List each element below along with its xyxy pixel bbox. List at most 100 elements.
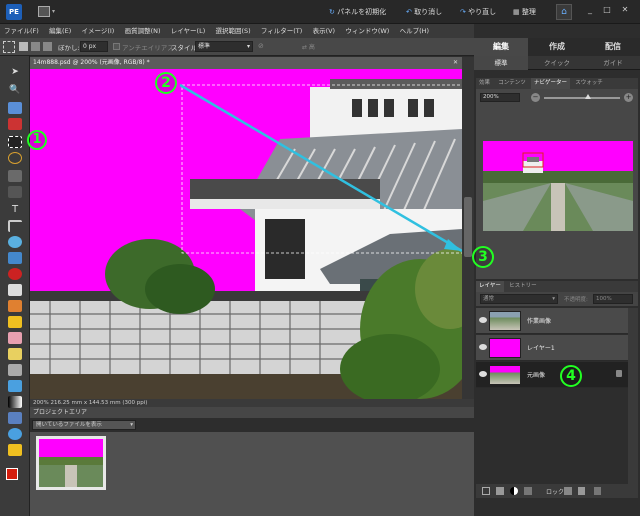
adjustment-layer-icon[interactable] <box>510 487 518 495</box>
menu-file[interactable]: ファイル(F) <box>0 24 43 38</box>
cookie-cutter-tool-icon[interactable] <box>8 236 22 248</box>
tab-edit[interactable]: 編集 <box>474 38 528 56</box>
maximize-button[interactable]: □ <box>601 5 613 17</box>
menu-layer[interactable]: レイヤー(L) <box>167 24 210 38</box>
status-text: 200% 216.25 mm x 144.53 mm (300 ppi) <box>33 400 148 406</box>
tab-quick[interactable]: クイック <box>530 56 584 70</box>
project-thumbnail[interactable] <box>36 436 106 490</box>
magic-wand-tool-icon[interactable] <box>8 170 22 182</box>
move-tool-icon[interactable]: ➤ <box>8 66 22 78</box>
antialias-checkbox[interactable] <box>113 43 120 50</box>
trash-icon[interactable] <box>594 487 601 495</box>
project-filter-select[interactable]: 開いているファイルを表示 ▾ <box>32 420 136 430</box>
paint-bucket-tool-icon[interactable] <box>8 380 22 392</box>
eye-icon[interactable] <box>479 317 487 323</box>
subtract-selection-icon[interactable] <box>43 42 52 51</box>
tab-swatches[interactable]: スウォッチ <box>572 78 606 89</box>
quick-selection-tool-icon[interactable] <box>8 186 22 198</box>
lock-icon <box>616 370 622 377</box>
tab-navigator[interactable]: ナビゲーター <box>531 78 571 89</box>
minimize-button[interactable]: _ <box>584 5 596 17</box>
tab-share[interactable]: 配信 <box>586 38 640 56</box>
add-selection-icon[interactable] <box>31 42 40 51</box>
home-button[interactable]: ⌂ <box>556 4 572 20</box>
eye-icon[interactable] <box>479 371 487 377</box>
navigator-thumbnail[interactable] <box>483 141 633 231</box>
zoom-slider-thumb[interactable] <box>585 94 591 99</box>
tab-layers[interactable]: レイヤー <box>476 281 504 292</box>
type-tool-icon[interactable]: T <box>8 204 22 216</box>
style-select[interactable]: 標準 ▾ <box>195 41 253 52</box>
zoom-in-icon[interactable]: + <box>624 93 633 102</box>
menu-image[interactable]: イメージ(I) <box>77 24 118 38</box>
pencil-tool-icon[interactable] <box>8 316 22 328</box>
menu-edit[interactable]: 編集(E) <box>45 24 75 38</box>
menu-enhance[interactable]: 画質調整(N) <box>121 24 165 38</box>
eraser-tool-icon[interactable] <box>8 332 22 344</box>
rectangular-marquee-tool-icon[interactable] <box>8 136 22 148</box>
zoom-out-icon[interactable]: − <box>531 93 540 102</box>
undo-button[interactable]: ↶ 取り消し <box>406 5 442 19</box>
red-eye-tool-icon[interactable] <box>8 268 22 280</box>
layer-mask-icon[interactable] <box>524 487 532 495</box>
foreground-color-swatch[interactable] <box>6 468 18 480</box>
lock-all-icon[interactable] <box>578 487 585 495</box>
tab-content[interactable]: コンテンツ <box>495 78 529 89</box>
straighten-tool-icon[interactable] <box>8 252 22 264</box>
blur-tool-icon[interactable] <box>8 428 22 440</box>
blend-mode-select[interactable]: 通常 ▾ <box>480 294 558 304</box>
tab-full[interactable]: 標準 <box>474 56 528 70</box>
layer-row[interactable]: レイヤー1 <box>476 335 628 361</box>
tab-guided[interactable]: ガイド <box>586 56 640 70</box>
menu-filter[interactable]: フィルター(T) <box>257 24 306 38</box>
redo-button[interactable]: ↷ やり直し <box>460 5 496 19</box>
close-button[interactable]: ✕ <box>619 5 631 17</box>
zoom-slider[interactable] <box>544 97 620 99</box>
eye-icon[interactable] <box>479 344 487 350</box>
gradient-tool-icon[interactable] <box>8 396 22 408</box>
tab-create[interactable]: 作成 <box>530 38 584 56</box>
zoom-tool-icon[interactable]: 🔍 <box>8 84 22 96</box>
tab-effects[interactable]: 効果 <box>476 78 493 89</box>
shape-tool-icon[interactable] <box>8 412 22 424</box>
crop-tool-icon[interactable] <box>8 220 22 232</box>
opacity-input[interactable]: 100% <box>593 294 633 304</box>
refine-edge-icon[interactable]: ⊘ <box>258 42 264 50</box>
menu-view[interactable]: 表示(V) <box>309 24 340 38</box>
organize-button[interactable]: ▦ 整理 <box>513 5 536 19</box>
scroll-thumb[interactable] <box>464 197 472 257</box>
eyedropper-tool-icon[interactable] <box>8 118 22 130</box>
sponge-tool-icon[interactable] <box>8 444 22 456</box>
new-selection-icon[interactable] <box>19 42 28 51</box>
feather-input[interactable]: 0 px <box>80 41 108 52</box>
lock-label: ロック <box>546 489 565 496</box>
zoom-input[interactable]: 200% <box>480 93 520 102</box>
layer-row[interactable]: 作業画像 <box>476 308 628 334</box>
workspace-dropdown-arrow[interactable]: ▾ <box>52 8 55 15</box>
reset-panels-button[interactable]: ↻ パネルを初期化 <box>329 5 386 19</box>
new-group-icon[interactable] <box>496 487 504 495</box>
close-icon[interactable]: ✕ <box>453 57 458 69</box>
document-tab[interactable]: 14m888.psd @ 200% (元画像, RGB/8) * ✕ <box>30 57 462 69</box>
menu-select[interactable]: 選択範囲(S) <box>211 24 254 38</box>
image-canvas[interactable] <box>30 69 462 399</box>
menu-help[interactable]: ヘルプ(H) <box>396 24 433 38</box>
new-layer-icon[interactable] <box>482 487 490 495</box>
brush-tool-icon[interactable] <box>8 348 22 360</box>
chevron-down-icon: ▾ <box>130 422 133 428</box>
menu-window[interactable]: ウィンドウ(W) <box>341 24 393 38</box>
lock-transparency-icon[interactable] <box>564 487 572 495</box>
layers-scrollbar[interactable] <box>628 308 638 484</box>
marquee-tool-preset-icon[interactable] <box>3 41 15 53</box>
smart-brush-tool-icon[interactable] <box>8 364 22 376</box>
hand-tool-icon[interactable] <box>8 102 22 114</box>
clone-stamp-tool-icon[interactable] <box>8 300 22 312</box>
workspace-menu-icon[interactable] <box>38 6 50 17</box>
tab-history[interactable]: ヒストリー <box>506 281 540 292</box>
canvas-vertical-scrollbar[interactable] <box>462 57 474 400</box>
layer-row-selected[interactable]: 元画像 <box>476 362 628 388</box>
healing-brush-tool-icon[interactable] <box>8 284 22 296</box>
lasso-tool-icon[interactable] <box>8 152 22 164</box>
layer-name: レイヤー1 <box>527 345 555 352</box>
app-logo-icon: PE <box>6 4 22 20</box>
